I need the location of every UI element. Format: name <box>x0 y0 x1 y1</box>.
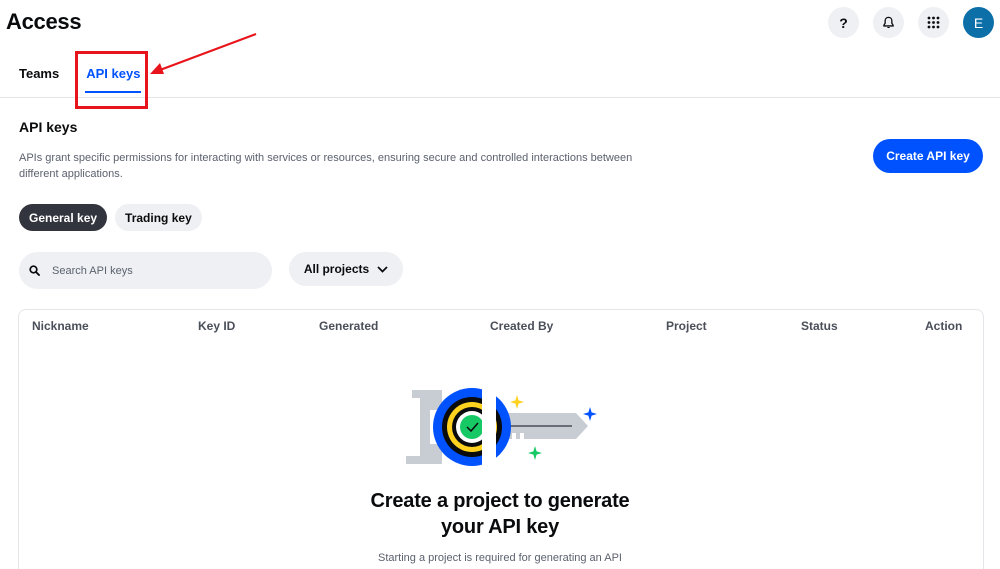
column-header-action: Action <box>925 319 963 333</box>
apps-button[interactable] <box>918 7 949 38</box>
header-actions: ? E <box>828 7 994 38</box>
column-header-created-by: Created By <box>490 319 554 333</box>
search-box <box>19 252 272 289</box>
project-filter-label: All projects <box>303 262 370 276</box>
help-icon: ? <box>839 14 848 31</box>
empty-state-title: Create a project to generate your API ke… <box>0 488 1000 540</box>
column-header-status: Status <box>801 319 838 333</box>
notifications-button[interactable] <box>873 7 904 38</box>
create-api-key-button[interactable]: Create API key <box>873 139 983 173</box>
empty-state-description: Starting a project is required for gener… <box>378 552 622 564</box>
project-filter-dropdown[interactable]: All projects <box>289 252 403 286</box>
column-header-generated: Generated <box>319 319 379 333</box>
tab-teams[interactable]: Teams <box>19 66 59 93</box>
grid-icon <box>927 16 940 29</box>
search-input[interactable] <box>52 264 242 277</box>
chip-trading-key[interactable]: Trading key <box>115 204 202 231</box>
section-title: API keys <box>19 119 78 135</box>
empty-state-title-line-2: your API key <box>440 516 560 538</box>
page-title: Access <box>6 9 82 34</box>
chevron-down-icon <box>377 265 388 273</box>
key-type-switch: General key Trading key <box>19 204 202 231</box>
column-header-project: Project <box>666 319 707 333</box>
section-description: APIs grant specific permissions for inte… <box>19 152 633 180</box>
column-header-key-id: Key ID <box>198 319 236 333</box>
bell-icon <box>883 16 894 29</box>
chip-general-key[interactable]: General key <box>19 204 108 231</box>
annotation-highlight-box <box>75 51 148 109</box>
annotation-arrow-icon <box>150 32 257 74</box>
avatar[interactable]: E <box>963 7 994 38</box>
help-button[interactable]: ? <box>828 7 859 38</box>
column-header-nickname: Nickname <box>32 319 89 333</box>
search-icon <box>29 265 40 276</box>
api-key-illustration <box>406 388 597 466</box>
tab-divider <box>0 97 1000 98</box>
empty-state-title-line-1: Create a project to generate <box>370 490 630 512</box>
